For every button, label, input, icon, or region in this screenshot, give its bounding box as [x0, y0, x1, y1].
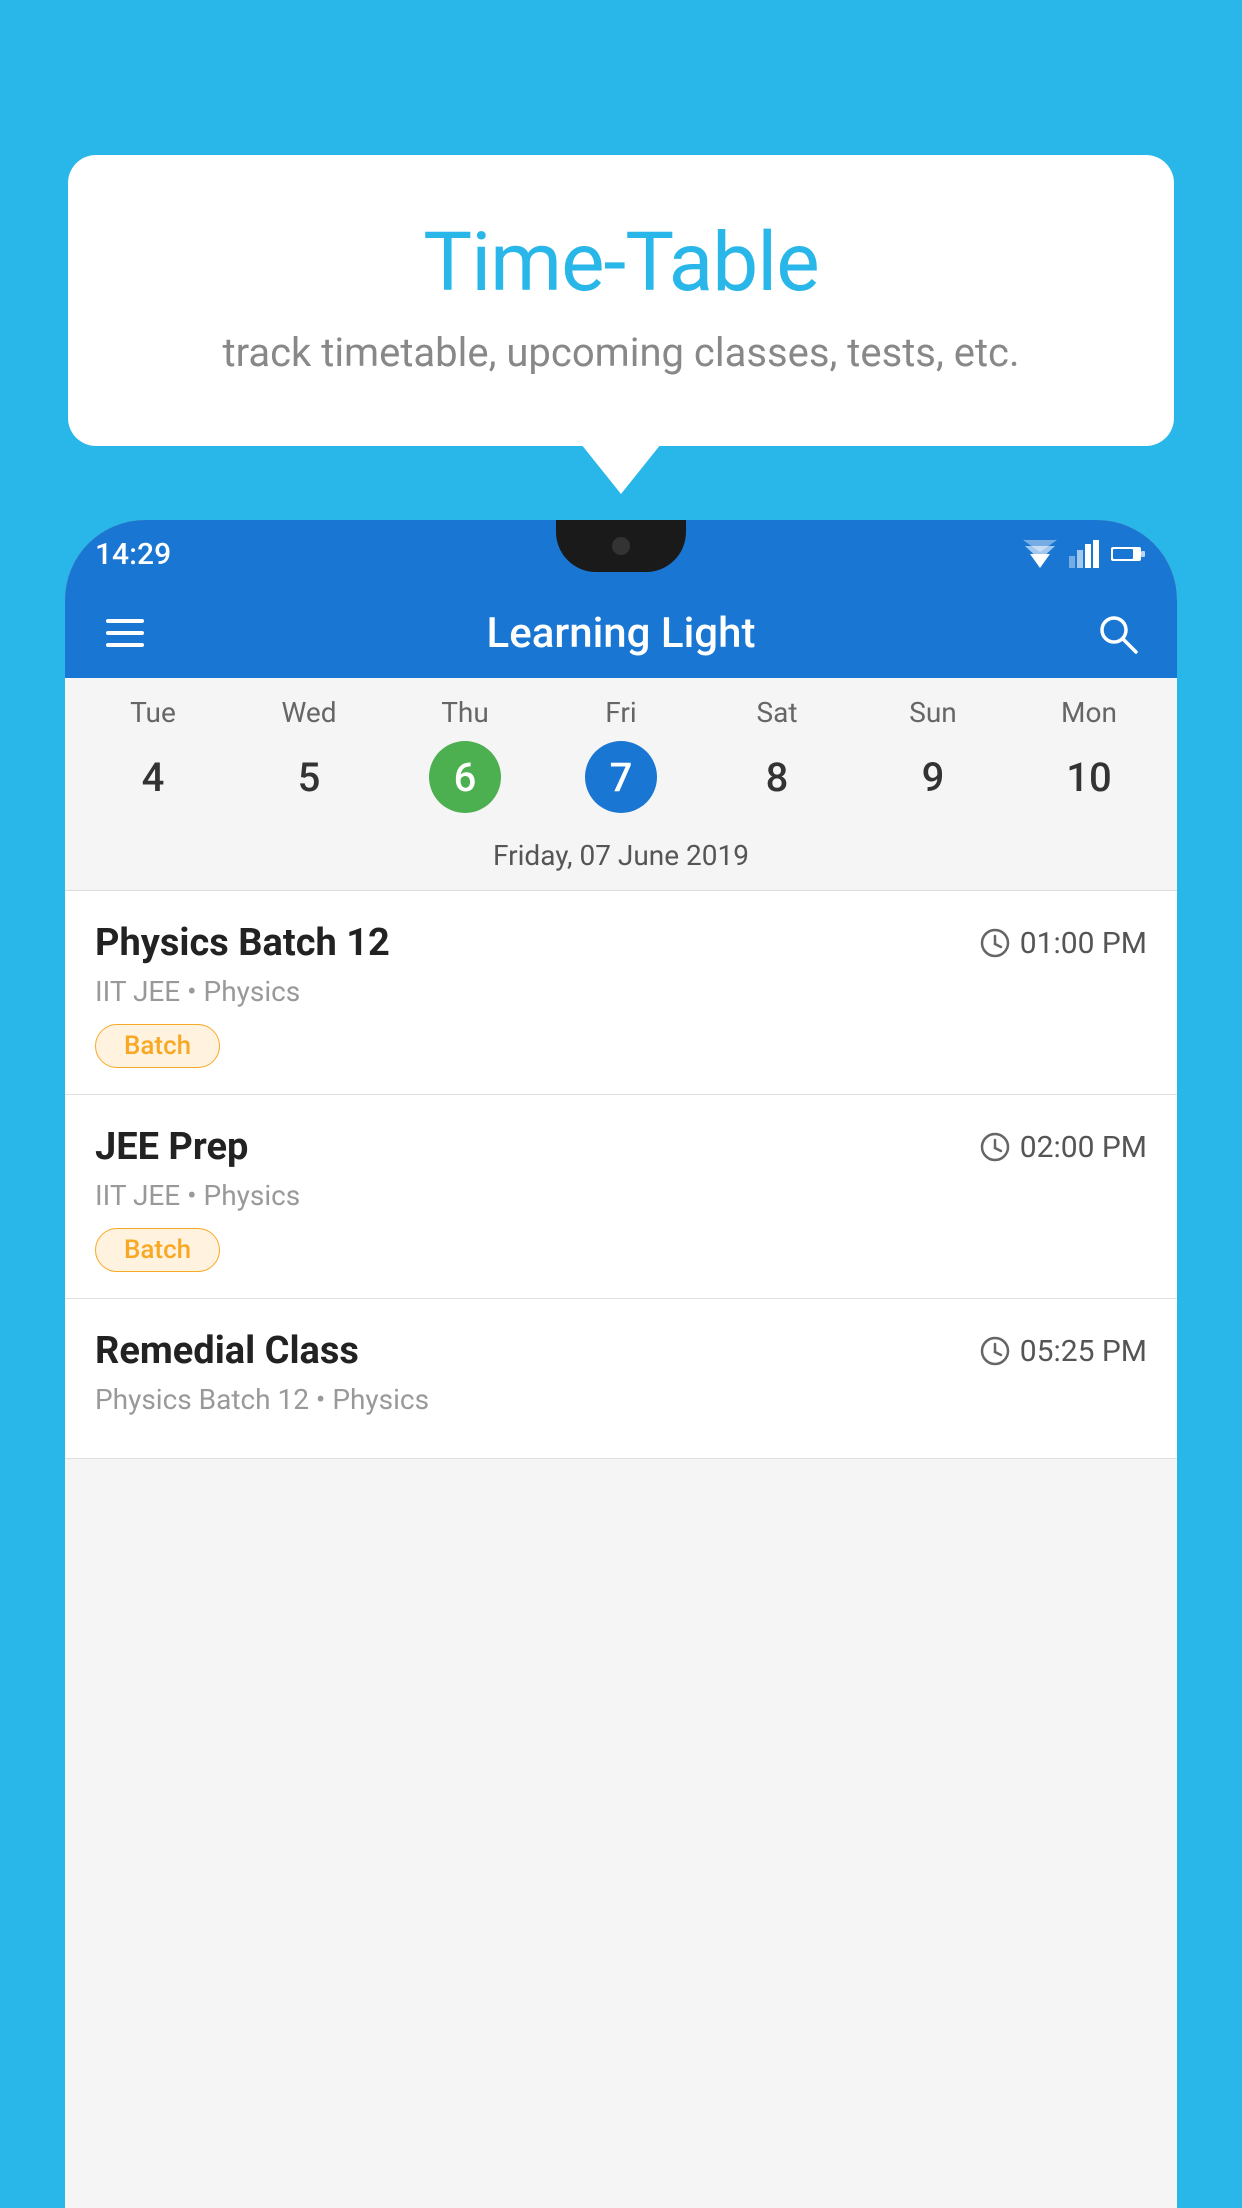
schedule-time-text-1: 01:00 PM	[1020, 926, 1147, 961]
clock-icon-3	[980, 1336, 1010, 1366]
day-num-9[interactable]: 9	[855, 741, 1011, 813]
schedule-time-text-3: 05:25 PM	[1020, 1334, 1147, 1369]
schedule-title-1: Physics Batch 12	[95, 921, 390, 965]
schedule-list: Physics Batch 12 01:00 PM IIT JEE • Phys…	[65, 891, 1177, 1459]
schedule-item-1[interactable]: Physics Batch 12 01:00 PM IIT JEE • Phys…	[65, 891, 1177, 1095]
schedule-item-1-header: Physics Batch 12 01:00 PM	[95, 921, 1147, 965]
schedule-meta-3: Physics Batch 12 • Physics	[95, 1383, 1147, 1416]
wifi-icon	[1023, 540, 1057, 568]
day-name-thu: Thu	[387, 696, 543, 729]
battery-icon	[1111, 544, 1147, 564]
day-numbers: 4 5 6 7 8 9 10	[65, 737, 1177, 829]
screen-content: Tue Wed Thu Fri Sat Sun Mon 4 5 6 7 8 9 …	[65, 678, 1177, 2208]
phone-notch	[556, 520, 686, 572]
day-name-sat: Sat	[699, 696, 855, 729]
schedule-meta-1: IIT JEE • Physics	[95, 975, 1147, 1008]
batch-badge-1: Batch	[95, 1024, 220, 1068]
signal-icon	[1069, 540, 1099, 568]
app-bar-title: Learning Light	[155, 609, 1087, 658]
day-num-4[interactable]: 4	[75, 741, 231, 813]
schedule-title-2: JEE Prep	[95, 1125, 248, 1169]
status-bar: 14:29	[65, 520, 1177, 588]
tooltip-subtitle: track timetable, upcoming classes, tests…	[118, 329, 1124, 376]
schedule-time-3: 05:25 PM	[980, 1334, 1147, 1369]
day-name-mon: Mon	[1011, 696, 1167, 729]
camera-dot	[612, 537, 630, 555]
schedule-time-2: 02:00 PM	[980, 1130, 1147, 1165]
schedule-time-1: 01:00 PM	[980, 926, 1147, 961]
tooltip-title: Time-Table	[118, 215, 1124, 311]
menu-icon[interactable]	[95, 619, 155, 647]
day-name-sun: Sun	[855, 696, 1011, 729]
day-name-wed: Wed	[231, 696, 387, 729]
schedule-item-2-header: JEE Prep 02:00 PM	[95, 1125, 1147, 1169]
clock-icon-1	[980, 928, 1010, 958]
batch-badge-2: Batch	[95, 1228, 220, 1272]
day-num-10[interactable]: 10	[1011, 741, 1167, 813]
day-num-8[interactable]: 8	[699, 741, 855, 813]
schedule-item-3[interactable]: Remedial Class 05:25 PM Physics Batch 12…	[65, 1299, 1177, 1459]
tooltip-card: Time-Table track timetable, upcoming cla…	[68, 155, 1174, 446]
schedule-title-3: Remedial Class	[95, 1329, 359, 1373]
schedule-item-3-header: Remedial Class 05:25 PM	[95, 1329, 1147, 1373]
calendar-strip: Tue Wed Thu Fri Sat Sun Mon 4 5 6 7 8 9 …	[65, 678, 1177, 891]
day-headers: Tue Wed Thu Fri Sat Sun Mon	[65, 688, 1177, 737]
search-button[interactable]	[1087, 612, 1147, 654]
status-icons	[1023, 540, 1147, 568]
status-time: 14:29	[95, 537, 171, 572]
day-num-7-selected[interactable]: 7	[585, 741, 657, 813]
day-num-6-today[interactable]: 6	[429, 741, 501, 813]
clock-icon-2	[980, 1132, 1010, 1162]
day-num-5[interactable]: 5	[231, 741, 387, 813]
schedule-time-text-2: 02:00 PM	[1020, 1130, 1147, 1165]
day-name-tue: Tue	[75, 696, 231, 729]
schedule-meta-2: IIT JEE • Physics	[95, 1179, 1147, 1212]
app-bar: Learning Light	[65, 588, 1177, 678]
schedule-item-2[interactable]: JEE Prep 02:00 PM IIT JEE • Physics Batc…	[65, 1095, 1177, 1299]
phone-frame: 14:29	[65, 520, 1177, 2208]
day-name-fri: Fri	[543, 696, 699, 729]
selected-date-label: Friday, 07 June 2019	[65, 829, 1177, 891]
